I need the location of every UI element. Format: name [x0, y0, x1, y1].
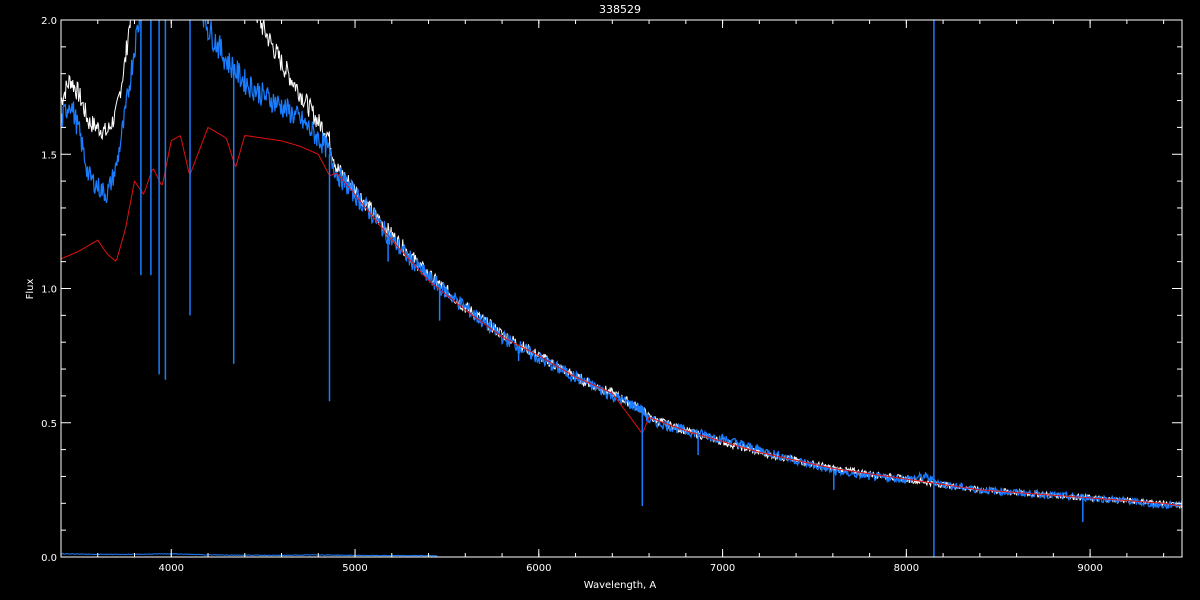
x-tick-label: 5000	[342, 563, 367, 574]
x-tick-label: 6000	[526, 563, 551, 574]
x-tick-label: 8000	[894, 563, 919, 574]
y-tick-label: 2.0	[41, 16, 57, 27]
y-tick-label: 0.0	[41, 553, 57, 564]
y-axis-label: Flux	[25, 279, 36, 300]
x-tick-label: 7000	[710, 563, 735, 574]
x-tick-label: 9000	[1077, 563, 1102, 574]
y-tick-label: 0.5	[41, 419, 57, 430]
y-tick-label: 1.0	[41, 285, 57, 296]
x-axis-label: Wavelength, A	[584, 580, 657, 591]
chart-title: 338529	[599, 3, 641, 16]
chart-background	[0, 0, 1200, 600]
x-tick-label: 4000	[159, 563, 184, 574]
y-tick-label: 1.5	[41, 150, 57, 161]
spectrum-chart: 338529 Wavelength, A Flux 4000 5000 6000 70…	[0, 0, 1200, 600]
